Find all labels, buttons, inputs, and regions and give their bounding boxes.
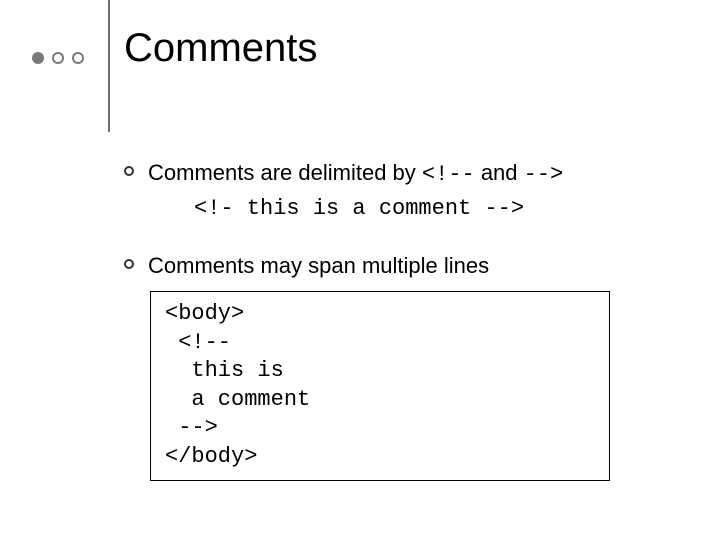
code-example-box: <body> <!-- this is a comment --> </body… xyxy=(150,291,610,481)
dot-icon xyxy=(32,52,44,64)
bullet-icon xyxy=(124,166,134,176)
slide-title: Comments xyxy=(124,26,317,71)
dot-icon xyxy=(72,52,84,64)
open-delimiter: <!-- xyxy=(422,162,475,187)
bullet-item-2: Comments may span multiple lines <body> … xyxy=(124,251,660,480)
close-delimiter: --> xyxy=(524,162,564,187)
bullet-icon xyxy=(124,259,134,269)
bullet-item-1: Comments are delimited by <!-- and --> <… xyxy=(124,158,660,223)
bullet-1-prefix: Comments are delimited by xyxy=(148,160,422,185)
slide-content: Comments are delimited by <!-- and --> <… xyxy=(124,158,660,509)
slide: Comments Comments are delimited by <!-- … xyxy=(0,0,720,540)
comment-example-inline: <!- this is a comment --> xyxy=(194,194,660,224)
bullet-1-mid: and xyxy=(475,160,524,185)
bullet-2-text: Comments may span multiple lines xyxy=(148,251,489,281)
bullet-1-text: Comments are delimited by <!-- and --> xyxy=(148,158,563,190)
dot-icon xyxy=(52,52,64,64)
decorative-dots xyxy=(32,52,84,64)
vertical-divider xyxy=(108,0,110,132)
